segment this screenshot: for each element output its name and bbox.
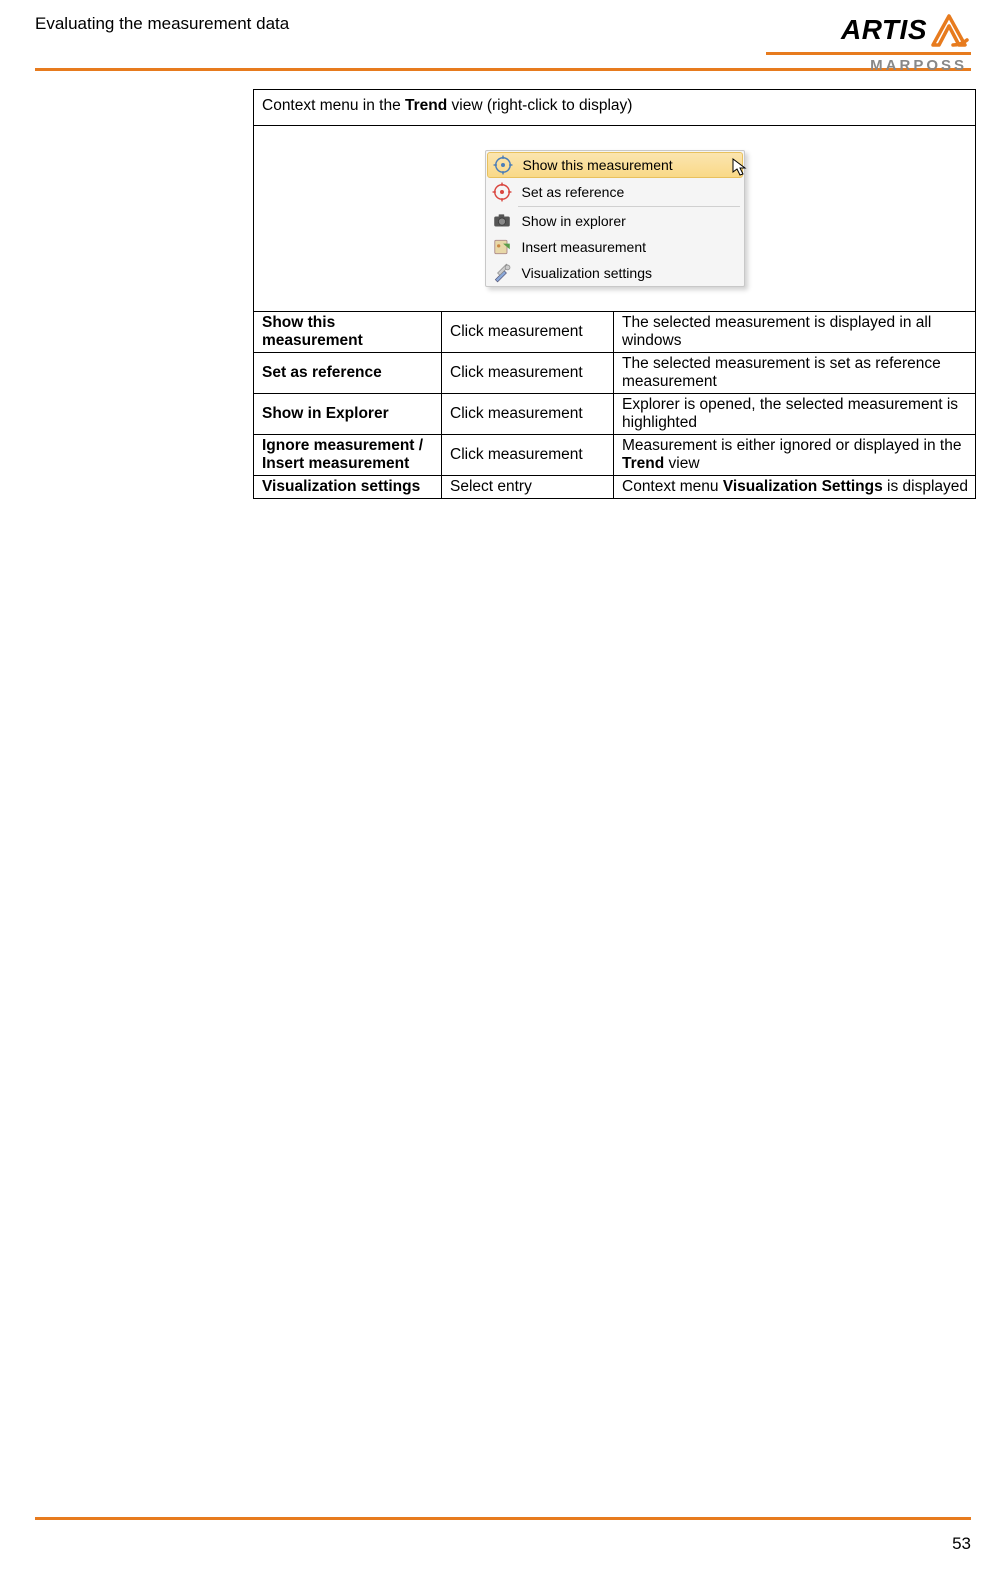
table-title-suffix: view (right-click to display) (447, 97, 632, 114)
ctx-label: Insert measurement (522, 239, 647, 255)
ctx-divider (518, 206, 740, 207)
row-action: Click measurement (442, 435, 614, 476)
row-action: Click measurement (442, 353, 614, 394)
camera-icon (492, 212, 512, 230)
tools-icon (492, 264, 512, 282)
table-row: Show in Explorer Click measurement Explo… (254, 394, 976, 435)
table-row: Show this measurement Click measurement … (254, 312, 976, 353)
context-menu: Show this measurement Set as reference S… (485, 150, 745, 287)
artis-logo-text: ARTIS (841, 14, 927, 46)
context-menu-screenshot-cell: Show this measurement Set as reference S… (254, 126, 976, 312)
row-name: Show this measurement (262, 314, 363, 349)
row-desc: Explorer is opened, the selected measure… (614, 394, 976, 435)
context-menu-description-table: Context menu in the Trend view (right-cl… (253, 89, 976, 499)
table-title-bold: Trend (405, 97, 447, 114)
insert-icon (492, 238, 512, 256)
cursor-icon (730, 157, 750, 177)
ctx-item-insert-measurement[interactable]: Insert measurement (486, 234, 744, 260)
row-desc: Context menu Visualization Settings is d… (614, 476, 976, 499)
row-name: Set as reference (262, 364, 382, 381)
row-name: Show in Explorer (262, 405, 389, 422)
row-name: Ignore measurement / Insert measurement (262, 437, 423, 472)
ctx-label: Set as reference (522, 184, 625, 200)
row-desc: The selected measurement is set as refer… (614, 353, 976, 394)
row-action: Click measurement (442, 312, 614, 353)
page-number: 53 (952, 1534, 971, 1554)
artis-logo-swoosh-icon (931, 12, 971, 48)
ctx-item-show-in-explorer[interactable]: Show in explorer (486, 208, 744, 234)
brand-logo-block: ARTIS MARPOSS (766, 12, 971, 74)
target-blue-icon (493, 156, 513, 174)
row-action: Click measurement (442, 394, 614, 435)
row-action: Select entry (442, 476, 614, 499)
marposs-logo-text: MARPOSS (766, 57, 971, 74)
table-row: Visualization settings Select entry Cont… (254, 476, 976, 499)
table-row: Set as reference Click measurement The s… (254, 353, 976, 394)
ctx-item-set-as-reference[interactable]: Set as reference (486, 179, 744, 205)
ctx-item-show-this-measurement[interactable]: Show this measurement (487, 152, 743, 178)
target-red-icon (492, 183, 512, 201)
ctx-label: Show this measurement (523, 157, 673, 173)
ctx-label: Show in explorer (522, 213, 626, 229)
ctx-item-visualization-settings[interactable]: Visualization settings (486, 260, 744, 286)
ctx-label: Visualization settings (522, 265, 652, 281)
row-desc: Measurement is either ignored or display… (614, 435, 976, 476)
footer-divider (35, 1517, 971, 1520)
table-title-cell: Context menu in the Trend view (right-cl… (254, 90, 976, 126)
row-name: Visualization settings (262, 478, 420, 495)
page-heading: Evaluating the measurement data (35, 12, 289, 34)
row-desc: The selected measurement is displayed in… (614, 312, 976, 353)
table-title-prefix: Context menu in the (262, 97, 405, 114)
table-row: Ignore measurement / Insert measurement … (254, 435, 976, 476)
